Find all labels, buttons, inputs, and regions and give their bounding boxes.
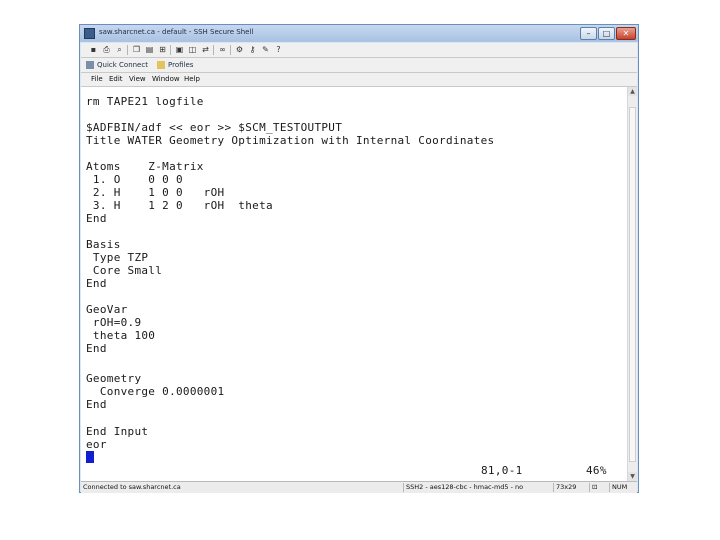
menu-view[interactable]: View — [129, 74, 146, 85]
menu-file[interactable]: File — [91, 74, 103, 85]
help-icon[interactable]: ? — [274, 45, 283, 54]
title-bar[interactable]: saw.sharcnet.ca - default - SSH Secure S… — [80, 25, 638, 42]
protocol-status: SSH2 - aes128-cbc - hmac-md5 - no — [403, 483, 553, 492]
scrollbar-thumb[interactable] — [629, 107, 636, 462]
terminal-line: Type TZP — [86, 251, 149, 264]
menu-bar: File Edit View Window Help — [81, 73, 637, 87]
menu-help[interactable]: Help — [184, 74, 200, 85]
toolbar-separator — [213, 45, 214, 55]
profiles-button[interactable]: Profiles — [157, 59, 193, 71]
copy-icon[interactable]: ❐ — [132, 45, 141, 54]
text-cursor — [86, 451, 94, 463]
terminal-line: 1. O 0 0 0 — [86, 173, 183, 186]
terminal-line: Core Small — [86, 264, 163, 277]
search-icon[interactable]: ⌕ — [115, 45, 124, 54]
cursor-position: 81,0-1 — [481, 464, 523, 477]
print-icon[interactable]: ⎙ — [102, 45, 111, 54]
status-bar: Connected to saw.sharcnet.ca SSH2 - aes1… — [81, 481, 637, 493]
terminal-line: End — [86, 342, 107, 355]
terminal-line: Basis — [86, 238, 121, 251]
folder-icon — [157, 61, 165, 69]
toolbar-separator — [170, 45, 171, 55]
profiles-label: Profiles — [168, 61, 194, 69]
terminal-line: Converge 0.0000001 — [86, 385, 225, 398]
lock-icon: ⊡ — [589, 483, 609, 492]
toolbar-separator — [127, 45, 128, 55]
key-icon[interactable]: ⚷ — [248, 45, 257, 54]
terminal-line: Title WATER Geometry Optimization with I… — [86, 134, 495, 147]
terminal-line: rm TAPE21 logfile — [86, 95, 204, 108]
toolbar-separator — [230, 45, 231, 55]
terminal-line: $ADFBIN/adf << eor >> $SCM_TESTOUTPUT — [86, 121, 343, 134]
terminal-line: GeoVar — [86, 303, 128, 316]
terminal-line: End Input — [86, 425, 149, 438]
resize-icon[interactable]: ✎ — [261, 45, 270, 54]
terminal-line: 2. H 1 0 0 rOH — [86, 186, 225, 199]
save-icon[interactable]: ▪ — [89, 45, 98, 54]
new-window-icon[interactable]: ◫ — [188, 45, 197, 54]
terminal-line: eor — [86, 438, 107, 451]
quick-connect-label: Quick Connect — [97, 61, 148, 69]
computer-icon — [86, 61, 94, 69]
window-title: saw.sharcnet.ca - default - SSH Secure S… — [99, 28, 254, 36]
terminal-line: 3. H 1 2 0 rOH theta — [86, 199, 273, 212]
menu-window[interactable]: Window — [152, 74, 180, 85]
close-button[interactable]: ✕ — [616, 27, 636, 40]
terminal-line: End — [86, 277, 107, 290]
quick-connect-button[interactable]: Quick Connect — [86, 59, 148, 71]
terminal-line: End — [86, 212, 107, 225]
minimize-button[interactable]: – — [580, 27, 597, 40]
ssh-window: saw.sharcnet.ca - default - SSH Secure S… — [79, 24, 639, 493]
scroll-up-arrow-icon[interactable]: ▲ — [628, 87, 637, 96]
terminal-line: theta 100 — [86, 329, 156, 342]
terminal-size: 73x29 — [553, 483, 589, 492]
profile-icon[interactable]: ⚙ — [235, 45, 244, 54]
num-lock-indicator: NUM — [609, 483, 637, 492]
find-icon[interactable]: ⊞ — [158, 45, 167, 54]
clipboard-icon[interactable]: ▣ — [175, 45, 184, 54]
binoculars-icon[interactable]: ∞ — [218, 45, 227, 54]
transfer-icon[interactable]: ⇄ — [201, 45, 210, 54]
terminal-line: rOH=0.9 — [86, 316, 142, 329]
vertical-scrollbar[interactable]: ▲ ▼ — [627, 87, 637, 483]
scroll-down-arrow-icon[interactable]: ▼ — [628, 472, 637, 481]
quick-connect-bar: Quick Connect Profiles — [81, 58, 637, 73]
ssh-app-icon — [84, 28, 95, 39]
menu-edit[interactable]: Edit — [109, 74, 123, 85]
scroll-percent: 46% — [586, 464, 607, 477]
terminal-area[interactable]: rm TAPE21 logfile $ADFBIN/adf << eor >> … — [81, 87, 627, 483]
toolbar: ▪ ⎙ ⌕ ❐ ▤ ⊞ ▣ ◫ ⇄ ∞ ⚙ ⚷ ✎ ? — [81, 43, 637, 58]
terminal-line: End — [86, 398, 107, 411]
terminal-line: Geometry — [86, 372, 142, 385]
maximize-button[interactable]: □ — [598, 27, 615, 40]
paste-icon[interactable]: ▤ — [145, 45, 154, 54]
connection-status: Connected to saw.sharcnet.ca — [83, 483, 181, 491]
terminal-line: Atoms Z-Matrix — [86, 160, 204, 173]
